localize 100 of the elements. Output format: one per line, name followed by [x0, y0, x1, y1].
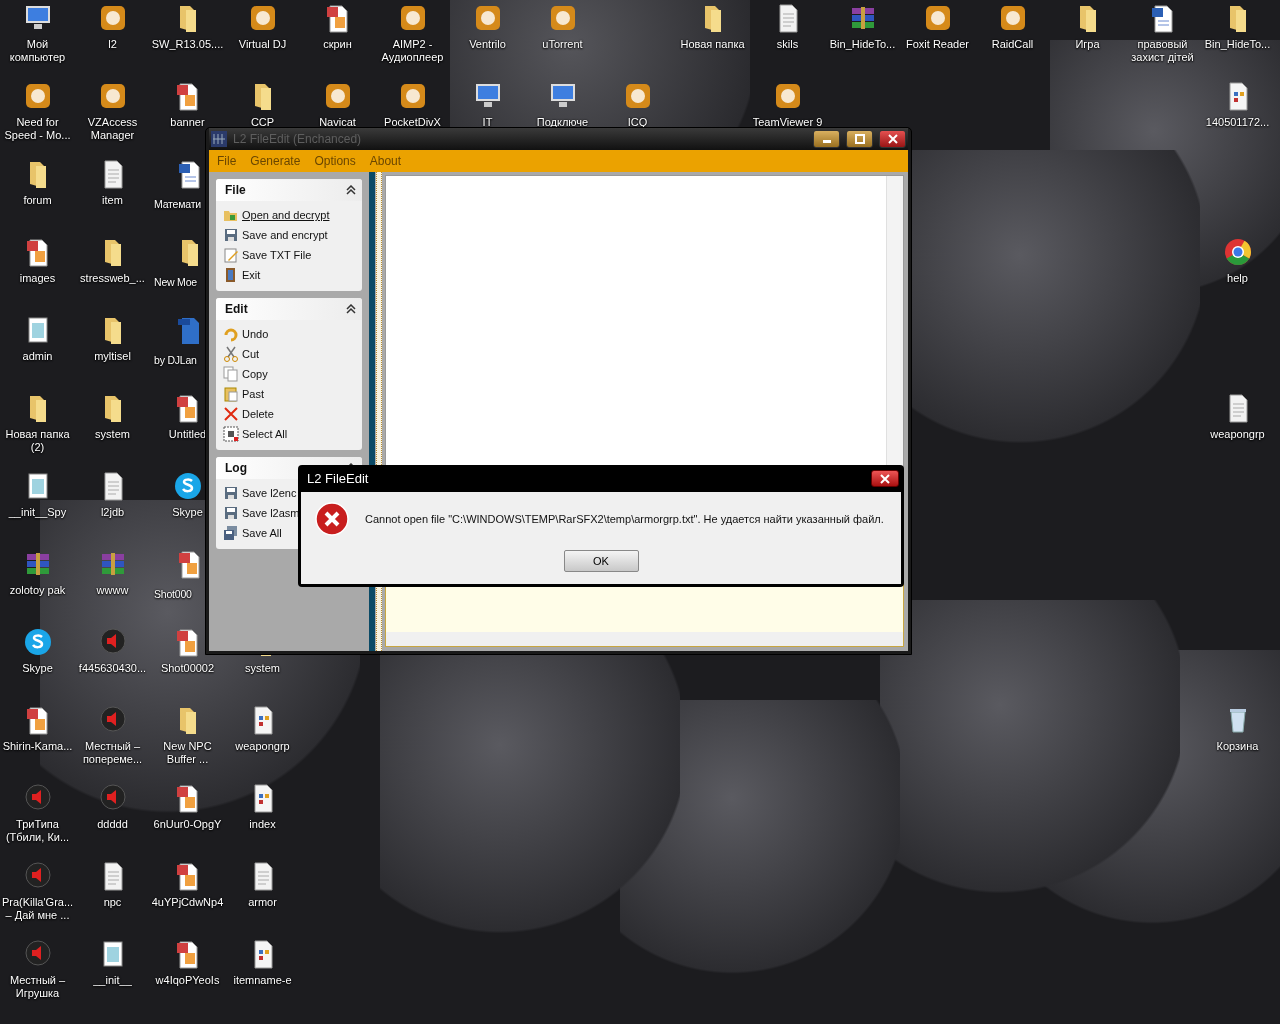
app-icon [211, 131, 227, 147]
desktop-icon-label[interactable]: New NPC Buffer ... [150, 740, 225, 766]
task-link[interactable]: Delete [223, 404, 356, 424]
desktop-icon-label[interactable]: Skype [22, 662, 53, 675]
desktop-icon-label[interactable]: Bin_HideTo... [1204, 38, 1271, 51]
desktop-icon-label[interactable]: RaidCall [991, 38, 1034, 51]
desktop-icon-label[interactable]: Игра [1075, 38, 1100, 51]
desktop-icon-label[interactable]: l2 [108, 38, 117, 51]
desktop-icon-label[interactable]: Новая папка (2) [0, 428, 75, 454]
desktop-icon-label[interactable]: PocketDivX [384, 116, 441, 129]
desktop-icon-label[interactable]: admin [22, 350, 53, 363]
desktop-icon-label[interactable]: w4IqoPYeoIs [155, 974, 220, 987]
maximize-icon [854, 134, 865, 144]
desktop-icon-label[interactable]: Skype [172, 506, 203, 519]
desktop-icon-label[interactable]: Математи [154, 198, 201, 211]
desktop-icon-label[interactable]: IT [482, 116, 493, 129]
desktop-icon-label[interactable]: index [249, 818, 276, 831]
desktop-icon-label[interactable]: TeamViewer 9 [752, 116, 823, 129]
close-button[interactable] [879, 130, 906, 148]
desktop-icon-label[interactable]: npc [103, 896, 122, 909]
desktop-icon-label[interactable]: weapongrp [235, 740, 290, 753]
task-link[interactable]: Save TXT File [223, 245, 356, 265]
minimize-button[interactable] [813, 130, 840, 148]
task-link[interactable]: Copy [223, 364, 356, 384]
desktop-icon-label[interactable]: 4uYPjCdwNp4 [151, 896, 224, 909]
desktop-icon-label[interactable]: скрин [323, 38, 352, 51]
desktop-icon-label[interactable]: CCP [250, 116, 275, 129]
desktop-icon-label[interactable]: __init__ [93, 974, 132, 987]
task-link[interactable]: Select All [223, 424, 356, 444]
panel-title: Log [225, 461, 247, 475]
desktop-icon-label[interactable]: Подключе [536, 116, 589, 129]
desktop-icon-label[interactable]: Shirin-Kama... [2, 740, 73, 753]
task-link[interactable]: Exit [223, 265, 356, 285]
desktop-icon-label[interactable]: armor [248, 896, 277, 909]
undo-icon [223, 326, 239, 342]
desktop-icon-label[interactable]: VZAccess Manager [75, 116, 150, 142]
desktop-icon-label[interactable]: Need for Speed - Mo... [0, 116, 75, 142]
desktop-icon-label[interactable]: system [95, 428, 130, 441]
desktop-icon-label[interactable]: SW_R13.05.... [151, 38, 224, 51]
task-link[interactable]: Save l2enc [223, 483, 356, 503]
horizontal-scrollbar[interactable] [386, 632, 903, 646]
close-button[interactable] [871, 470, 899, 487]
desktop-icon-label[interactable]: Virtual DJ [238, 38, 287, 51]
desktop-icon-label[interactable]: Untitled [168, 428, 207, 441]
desktop-icon-label[interactable]: ТриТипа (Тбили, Ки... [0, 818, 75, 844]
desktop-icon-label[interactable]: help [1227, 272, 1248, 285]
delete-icon [223, 406, 239, 422]
task-link[interactable]: Open and decrypt [223, 205, 356, 225]
desktop-icon-label[interactable]: __init__Spy [8, 506, 67, 519]
desktop-icon-label[interactable]: system [245, 662, 280, 675]
desktop-icon-label[interactable]: ddddd [97, 818, 128, 831]
maximize-button[interactable] [846, 130, 873, 148]
desktop-icon-label[interactable]: uTorrent [542, 38, 583, 51]
desktop-icon-label[interactable]: itemname-e [233, 974, 292, 987]
desktop-icon-label[interactable]: Foxit Reader [906, 38, 969, 51]
desktop-icon-label[interactable]: by DJLan [154, 354, 197, 367]
desktop-icon-label[interactable]: Ventrilo [469, 38, 506, 51]
desktop-icon-label[interactable]: myltisel [94, 350, 131, 363]
desktop-icon-label[interactable]: Местный – Игрушка [0, 974, 75, 1000]
desktop-icon-label[interactable]: stressweb_... [80, 272, 145, 285]
desktop-icon-label[interactable]: l2jdb [100, 506, 125, 519]
collapse-icon[interactable] [346, 185, 356, 195]
desktop-icon-label[interactable]: wwww [96, 584, 129, 597]
desktop-icon-label[interactable]: Pra(Killa'Gra... – Дай мне ... [0, 896, 75, 922]
desktop-icon-label[interactable]: Bin_HideTo... [829, 38, 896, 51]
panel-header[interactable]: Edit [216, 298, 362, 320]
task-link[interactable]: Past [223, 384, 356, 404]
desktop-icon-label[interactable]: 6nUur0-OpgY [153, 818, 222, 831]
menu-item[interactable]: Generate [250, 154, 301, 168]
task-link[interactable]: Save and encrypt [223, 225, 356, 245]
task-link[interactable]: Undo [223, 324, 356, 344]
desktop-icon-label[interactable]: Shot000 [154, 588, 192, 601]
desktop-icon-label[interactable]: AIMP2 - Аудиоплеер [375, 38, 450, 64]
desktop-icon-label[interactable]: правовый захист дітей [1125, 38, 1200, 64]
desktop-icon-label[interactable]: forum [23, 194, 52, 207]
desktop-icon-label[interactable]: 140501172... [1205, 116, 1270, 129]
desktop-icon-label[interactable]: weapongrp [1210, 428, 1265, 441]
desktop-icon-label[interactable]: Shot00002 [160, 662, 215, 675]
panel-header[interactable]: File [216, 179, 362, 201]
task-link[interactable]: Cut [223, 344, 356, 364]
menu-item[interactable]: File [217, 154, 237, 168]
paste-icon [223, 386, 239, 402]
desktop-icon-label[interactable]: Новая папка [680, 38, 745, 51]
menu-item[interactable]: Options [314, 154, 356, 168]
desktop-icon-label[interactable]: Мой компьютер [0, 38, 75, 64]
desktop-icon-label[interactable]: item [102, 194, 123, 207]
collapse-icon[interactable] [346, 304, 356, 314]
desktop-icon-label[interactable]: f445630430... [78, 662, 147, 675]
desktop-icon-label[interactable]: Navicat [319, 116, 356, 129]
desktop-icon-label[interactable]: Корзина [1216, 740, 1259, 753]
ok-button[interactable]: OK [563, 550, 639, 572]
desktop-icon-label[interactable]: images [19, 272, 56, 285]
desktop-icon-label[interactable]: zolotoy pak [9, 584, 66, 597]
desktop-icon-label[interactable]: skils [776, 38, 799, 51]
menu-item[interactable]: About [369, 154, 402, 168]
desktop-icon-label[interactable]: banner [170, 116, 205, 129]
desktop-icon-label[interactable]: New Moe [154, 276, 197, 289]
desktop-icon-label[interactable]: ICQ [627, 116, 648, 129]
task-link[interactable]: Save All [223, 523, 356, 543]
desktop-icon-label[interactable]: Местный – попереме... [75, 740, 150, 766]
